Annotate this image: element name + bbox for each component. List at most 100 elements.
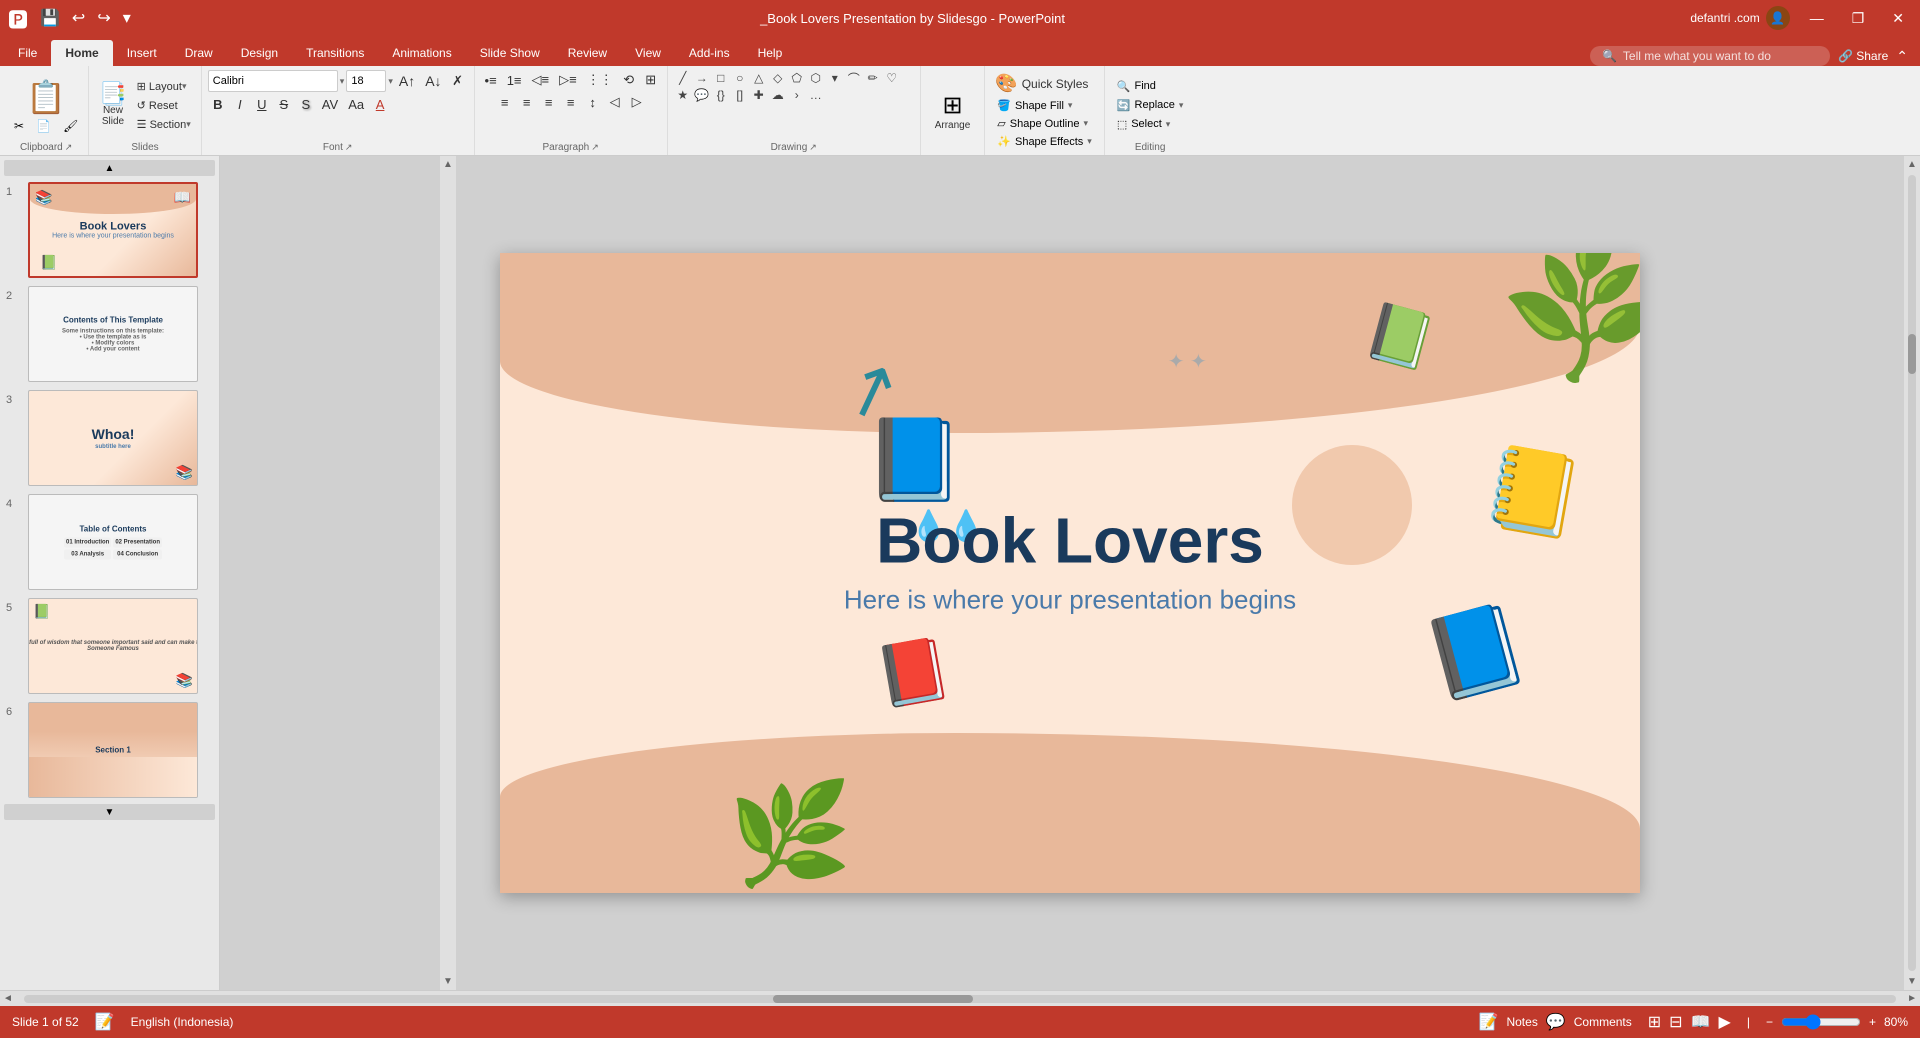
- slide-panel[interactable]: ▲ 1 Book Lovers Here is where your prese…: [0, 156, 220, 990]
- shape-fill-button[interactable]: 🪣 Shape Fill ▾: [991, 97, 1078, 114]
- zoom-in-button[interactable]: +: [1869, 1015, 1876, 1029]
- shape-effects-button[interactable]: ✨ Shape Effects ▾: [991, 133, 1098, 150]
- font-size-input[interactable]: [346, 70, 386, 92]
- slide-item-3[interactable]: 3 Whoa! subtitle here 📚: [4, 388, 215, 488]
- cut-button[interactable]: ✂: [10, 118, 28, 134]
- justify-button[interactable]: ≡: [561, 93, 581, 112]
- drawing-expand[interactable]: ↗: [809, 142, 817, 153]
- tab-animations[interactable]: Animations: [378, 40, 465, 66]
- decrease-font-button[interactable]: A↓: [421, 71, 445, 91]
- reading-view-button[interactable]: 📖: [1691, 1012, 1711, 1032]
- h-scroll-thumb[interactable]: [773, 995, 973, 1003]
- shape-extra[interactable]: …: [807, 87, 825, 103]
- horizontal-scrollbar[interactable]: ◄ ►: [0, 990, 1920, 1006]
- decrease-list-button[interactable]: ◁: [605, 92, 625, 112]
- customize-button[interactable]: ▾: [119, 6, 135, 30]
- smartart-button[interactable]: ⊞: [641, 70, 661, 90]
- change-case-button[interactable]: Aa: [344, 95, 368, 114]
- notes-button[interactable]: 📝: [1479, 1012, 1499, 1032]
- shape-brace[interactable]: []: [731, 87, 749, 103]
- font-name-input[interactable]: [208, 70, 338, 92]
- normal-view-button[interactable]: ⊞: [1648, 1012, 1661, 1032]
- zoom-out-button[interactable]: −: [1766, 1015, 1773, 1029]
- shape-hex[interactable]: ⬡: [807, 70, 825, 86]
- tab-transitions[interactable]: Transitions: [292, 40, 378, 66]
- layout-button[interactable]: ⊞ Layout ▾: [133, 78, 195, 95]
- shape-freeform[interactable]: ✏: [864, 70, 882, 86]
- format-painter-button[interactable]: 🖌: [59, 118, 82, 134]
- bold-button[interactable]: B: [208, 95, 228, 114]
- shape-outline-button[interactable]: ▱ Shape Outline ▾: [991, 115, 1094, 132]
- tab-insert[interactable]: Insert: [113, 40, 171, 66]
- increase-font-button[interactable]: A↑: [395, 71, 419, 91]
- shape-pentagon[interactable]: ⬠: [788, 70, 806, 86]
- tab-file[interactable]: File: [4, 40, 51, 66]
- undo-button[interactable]: ↩: [68, 6, 89, 30]
- tab-design[interactable]: Design: [227, 40, 292, 66]
- bullets-button[interactable]: •≡: [481, 71, 501, 90]
- shape-curve[interactable]: ⌒: [845, 70, 863, 86]
- font-expand[interactable]: ↗: [345, 142, 353, 153]
- right-scroll-down[interactable]: ▼: [1904, 973, 1920, 990]
- minimize-button[interactable]: —: [1802, 8, 1832, 28]
- left-scrollbar[interactable]: ▲ ▼: [440, 156, 456, 990]
- shape-circle[interactable]: ○: [731, 70, 749, 86]
- align-center-button[interactable]: ≡: [517, 93, 537, 112]
- columns-button[interactable]: ⋮⋮: [583, 70, 617, 90]
- tab-help[interactable]: Help: [744, 40, 797, 66]
- text-direction-button[interactable]: ⟲: [619, 70, 639, 90]
- shape-triangle[interactable]: △: [750, 70, 768, 86]
- share-button[interactable]: 🔗 Share: [1838, 49, 1888, 63]
- paste-button[interactable]: 📋: [18, 76, 74, 118]
- slide-panel-scroll-down[interactable]: ▼: [4, 804, 215, 820]
- ribbon-collapse-button[interactable]: ⌃: [1896, 48, 1908, 65]
- clipboard-expand[interactable]: ↗: [65, 142, 73, 153]
- right-scroll-up[interactable]: ▲: [1904, 156, 1920, 173]
- shape-diamond[interactable]: ◇: [769, 70, 787, 86]
- tab-draw[interactable]: Draw: [171, 40, 227, 66]
- tab-addins[interactable]: Add-ins: [675, 40, 744, 66]
- copy-button[interactable]: 📄: [32, 118, 55, 134]
- tab-review[interactable]: Review: [554, 40, 621, 66]
- save-button[interactable]: 💾: [36, 6, 64, 30]
- char-spacing-button[interactable]: AV: [318, 95, 342, 114]
- shape-rect[interactable]: □: [712, 70, 730, 86]
- arrange-button[interactable]: ⊞ Arrange: [927, 87, 979, 135]
- line-spacing-button[interactable]: ↕: [583, 93, 603, 112]
- italic-button[interactable]: I: [230, 95, 250, 114]
- increase-list-button[interactable]: ▷: [627, 92, 647, 112]
- shape-line[interactable]: ╱: [674, 70, 692, 86]
- close-button[interactable]: ✕: [1884, 8, 1912, 29]
- right-scroll-thumb[interactable]: [1908, 334, 1916, 374]
- shape-cloud[interactable]: ☁: [769, 87, 787, 103]
- decrease-indent-button[interactable]: ◁≡: [528, 70, 554, 90]
- scroll-down-arrow[interactable]: ▼: [440, 973, 456, 990]
- slide-item-1[interactable]: 1 Book Lovers Here is where your present…: [4, 180, 215, 280]
- numbering-button[interactable]: 1≡: [503, 71, 526, 90]
- slide-notes-icon[interactable]: 📝: [95, 1012, 115, 1032]
- tab-home[interactable]: Home: [51, 40, 112, 66]
- align-right-button[interactable]: ≡: [539, 93, 559, 112]
- slideshow-button[interactable]: ▶: [1719, 1012, 1731, 1032]
- slide-item-6[interactable]: 6 Section 1: [4, 700, 215, 800]
- h-scroll-left[interactable]: ◄: [0, 990, 16, 1007]
- new-slide-button[interactable]: 📑 New Slide: [95, 81, 130, 129]
- slide-item-4[interactable]: 4 Table of Contents 01 Introduction 02 P…: [4, 492, 215, 592]
- shape-cross[interactable]: ✚: [750, 87, 768, 103]
- find-button[interactable]: 🔍 Find: [1111, 78, 1190, 95]
- increase-indent-button[interactable]: ▷≡: [555, 70, 581, 90]
- shape-arrow[interactable]: →: [693, 70, 711, 86]
- quick-styles-button[interactable]: 🎨 Quick Styles: [991, 71, 1092, 96]
- right-scrollbar[interactable]: ▲ ▼: [1904, 156, 1920, 990]
- replace-button[interactable]: 🔄 Replace ▾: [1111, 97, 1190, 114]
- restore-button[interactable]: ❐: [1844, 8, 1873, 29]
- slide-panel-scroll-up[interactable]: ▲: [4, 160, 215, 176]
- underline-button[interactable]: U: [252, 95, 272, 114]
- shape-callout[interactable]: 💬: [693, 87, 711, 103]
- font-size-dropdown[interactable]: ▾: [388, 76, 393, 87]
- shape-more[interactable]: ▾: [826, 70, 844, 86]
- comments-button[interactable]: 💬: [1546, 1012, 1566, 1032]
- slide-item-5[interactable]: 5 "This is a quote. Words full of wisdom…: [4, 596, 215, 696]
- zoom-slider[interactable]: [1781, 1014, 1861, 1030]
- shape-chevron[interactable]: ›: [788, 87, 806, 103]
